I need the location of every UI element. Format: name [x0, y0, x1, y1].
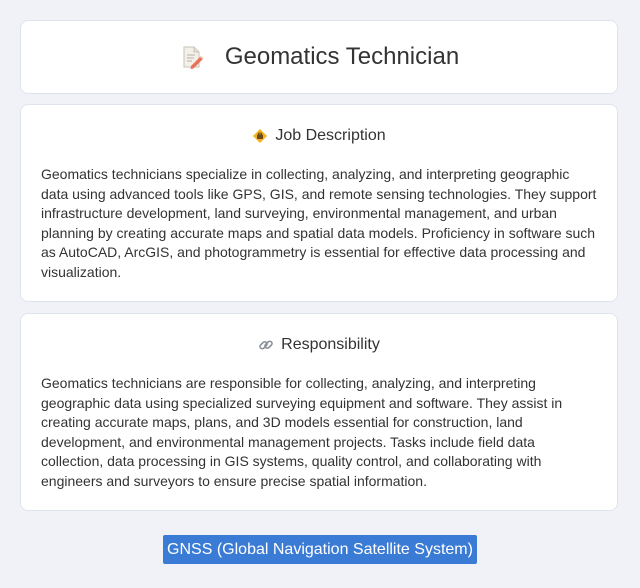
title-card: Geomatics Technician	[20, 20, 618, 94]
responsibility-card: Responsibility Geomatics technicians are…	[20, 313, 618, 511]
page-title: Geomatics Technician	[224, 43, 460, 70]
diamond-briefcase-icon	[252, 128, 268, 144]
gnss-tag-button[interactable]: GNSS (Global Navigation Satellite System…	[163, 535, 477, 564]
link-icon	[258, 337, 274, 353]
job-description-card: Job Description Geomatics technicians sp…	[20, 104, 618, 302]
responsibility-title: Responsibility	[281, 336, 380, 353]
job-description-text: Geomatics technicians specialize in coll…	[41, 166, 597, 280]
responsibility-heading: Responsibility	[21, 336, 617, 354]
job-description-heading: Job Description	[21, 127, 617, 145]
document-pencil-icon	[179, 44, 205, 70]
job-description-title: Job Description	[275, 127, 386, 144]
responsibility-text: Geomatics technicians are responsible fo…	[41, 375, 563, 489]
